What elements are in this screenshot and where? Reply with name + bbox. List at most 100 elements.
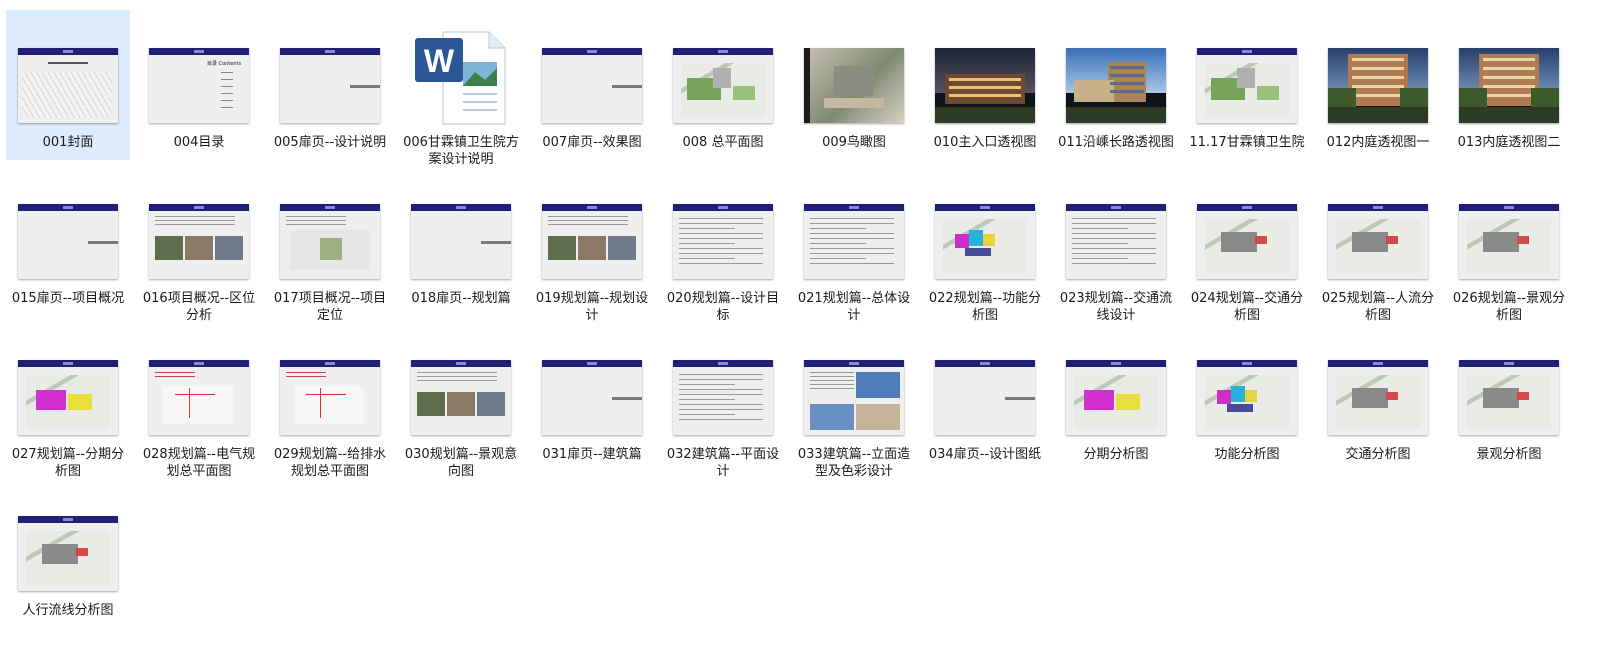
file-name-label: 人行流线分析图	[22, 603, 114, 618]
file-item[interactable]: 001封面	[6, 10, 130, 160]
file-thumbnail	[1459, 360, 1559, 435]
slide-header-bar	[1459, 360, 1559, 367]
file-thumbnail	[1328, 204, 1428, 279]
file-name-label: 008 总平面图	[682, 135, 764, 150]
file-item[interactable]: 033建筑篇--立面造型及色彩设计	[792, 322, 916, 479]
file-item[interactable]: 010主入口透视图	[923, 10, 1047, 160]
file-item[interactable]: 目录 Contents 004目录	[137, 10, 261, 160]
file-thumbnail	[1066, 360, 1166, 435]
file-thumbnail	[804, 360, 904, 435]
file-item[interactable]: 023规划篇--交通流线设计	[1054, 166, 1178, 323]
file-item[interactable]: 017项目概况--项目定位	[268, 166, 392, 323]
file-name-label: 11.17甘霖镇卫生院	[1189, 135, 1305, 150]
svg-text:W: W	[424, 43, 455, 79]
file-name-label: 功能分析图	[1214, 447, 1280, 462]
file-item[interactable]: 007扉页--效果图	[530, 10, 654, 160]
file-item[interactable]: 022规划篇--功能分析图	[923, 166, 1047, 323]
file-thumbnail	[935, 48, 1035, 123]
file-name-label: 022规划篇--功能分析图	[928, 291, 1042, 323]
slide-header-bar	[1197, 360, 1297, 367]
slide-header-bar	[542, 48, 642, 55]
file-name-label: 006甘霖镇卫生院方案设计说明	[403, 135, 519, 167]
file-thumbnail	[18, 516, 118, 591]
file-name-label: 交通分析图	[1345, 447, 1411, 462]
slide-header-bar	[1197, 48, 1297, 55]
slide-header-bar	[1197, 204, 1297, 211]
file-item[interactable]: 009鸟瞰图	[792, 10, 916, 160]
file-thumbnail	[1328, 360, 1428, 435]
slide-header-bar	[149, 204, 249, 211]
file-item[interactable]: 020规划篇--设计目标	[661, 166, 785, 323]
file-item[interactable]: 019规划篇--规划设计	[530, 166, 654, 323]
file-thumbnail	[280, 48, 380, 123]
file-item[interactable]: 012内庭透视图一	[1316, 10, 1440, 160]
slide-header-bar	[280, 48, 380, 55]
file-item[interactable]: 人行流线分析图	[6, 478, 130, 628]
slide-header-bar	[673, 360, 773, 367]
file-name-label: 景观分析图	[1476, 447, 1542, 462]
file-item[interactable]: 008 总平面图	[661, 10, 785, 160]
slide-header-bar	[673, 204, 773, 211]
file-thumbnail	[1197, 204, 1297, 279]
file-item[interactable]: 分期分析图	[1054, 322, 1178, 472]
file-item[interactable]: 026规划篇--景观分析图	[1447, 166, 1571, 323]
file-thumbnail	[1459, 204, 1559, 279]
file-name-label: 013内庭透视图二	[1457, 135, 1561, 150]
file-item[interactable]: 024规划篇--交通分析图	[1185, 166, 1309, 323]
slide-header-bar	[18, 516, 118, 523]
file-thumbnail	[149, 360, 249, 435]
file-item[interactable]: 029规划篇--给排水规划总平面图	[268, 322, 392, 479]
file-thumbnail	[18, 204, 118, 279]
file-item[interactable]: 032建筑篇--平面设计	[661, 322, 785, 479]
file-item[interactable]: 027规划篇--分期分析图	[6, 322, 130, 479]
slide-header-bar	[411, 204, 511, 211]
file-name-label: 015扉页--项目概况	[11, 291, 125, 306]
file-item[interactable]: 功能分析图	[1185, 322, 1309, 472]
file-name-label: 032建筑篇--平面设计	[666, 447, 780, 479]
file-item[interactable]: 025规划篇--人流分析图	[1316, 166, 1440, 323]
file-name-label: 分期分析图	[1083, 447, 1149, 462]
file-thumbnail	[18, 48, 118, 123]
file-item[interactable]: 021规划篇--总体设计	[792, 166, 916, 323]
file-name-label: 023规划篇--交通流线设计	[1059, 291, 1173, 323]
file-name-label: 031扉页--建筑篇	[542, 447, 642, 462]
file-name-label: 005扉页--设计说明	[273, 135, 387, 150]
file-item[interactable]: 028规划篇--电气规划总平面图	[137, 322, 261, 479]
slide-header-bar	[18, 360, 118, 367]
slide-header-bar	[149, 360, 249, 367]
slide-header-bar	[280, 360, 380, 367]
file-name-label: 009鸟瞰图	[822, 135, 886, 150]
file-item[interactable]: 030规划篇--景观意向图	[399, 322, 523, 479]
file-item[interactable]: 景观分析图	[1447, 322, 1571, 472]
slide-header-bar	[18, 48, 118, 55]
file-name-label: 001封面	[42, 135, 94, 150]
file-thumbnail	[411, 204, 511, 279]
file-thumbnail	[542, 360, 642, 435]
file-name-label: 025规划篇--人流分析图	[1321, 291, 1435, 323]
file-grid: 001封面 目录 Contents 004目录 005扉页--设计说明 W 006甘霖镇卫…	[0, 0, 1600, 655]
file-item[interactable]: 016项目概况--区位分析	[137, 166, 261, 323]
file-name-label: 011沿嵊长路透视图	[1058, 135, 1174, 150]
file-thumbnail	[1066, 204, 1166, 279]
file-item[interactable]: W 006甘霖镇卫生院方案设计说明	[399, 10, 523, 167]
file-thumbnail	[1328, 48, 1428, 123]
file-item[interactable]: 013内庭透视图二	[1447, 10, 1571, 160]
slide-header-bar	[542, 360, 642, 367]
file-item[interactable]: 11.17甘霖镇卫生院	[1185, 10, 1309, 160]
file-thumbnail	[18, 360, 118, 435]
file-item[interactable]: 交通分析图	[1316, 322, 1440, 472]
file-name-label: 027规划篇--分期分析图	[11, 447, 125, 479]
file-item[interactable]: 034扉页--设计图纸	[923, 322, 1047, 472]
file-item[interactable]: 018扉页--规划篇	[399, 166, 523, 316]
file-item[interactable]: 015扉页--项目概况	[6, 166, 130, 316]
file-name-label: 028规划篇--电气规划总平面图	[142, 447, 256, 479]
slide-header-bar	[804, 204, 904, 211]
file-item[interactable]: 011沿嵊长路透视图	[1054, 10, 1178, 160]
file-item[interactable]: 005扉页--设计说明	[268, 10, 392, 160]
file-name-label: 024规划篇--交通分析图	[1190, 291, 1304, 323]
file-thumbnail	[411, 360, 511, 435]
file-thumbnail	[673, 204, 773, 279]
file-thumbnail: 目录 Contents	[149, 48, 249, 123]
file-item[interactable]: 031扉页--建筑篇	[530, 322, 654, 472]
slide-header-bar	[935, 204, 1035, 211]
